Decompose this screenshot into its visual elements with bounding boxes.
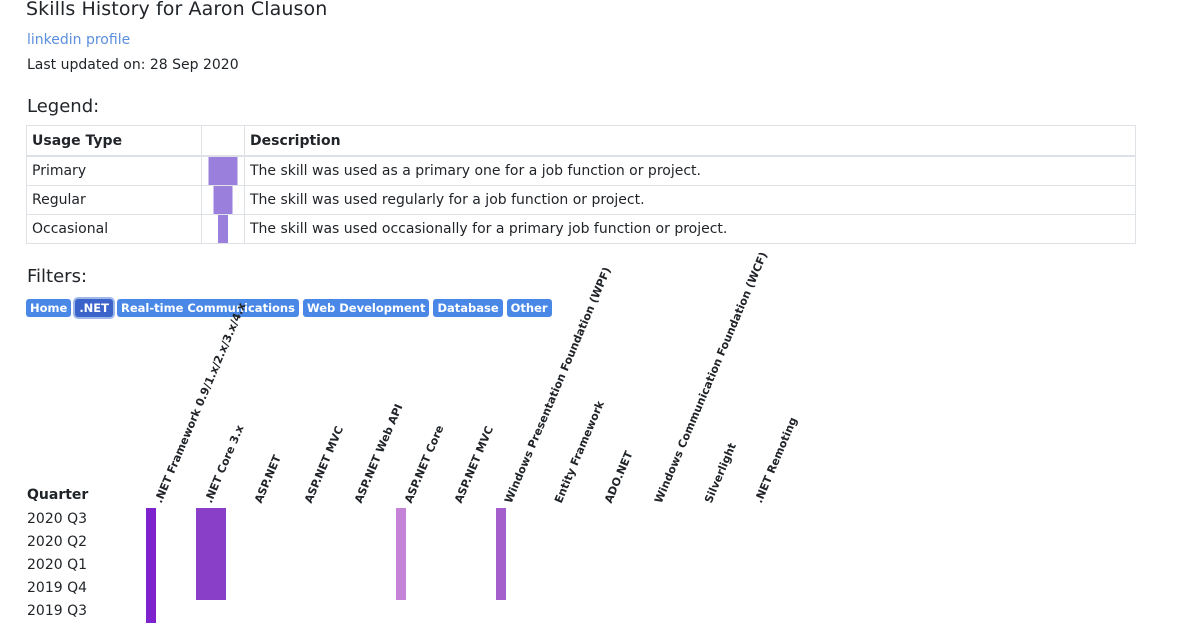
- legend-description: The skill was used regularly for a job f…: [244, 185, 1136, 215]
- quarter-label: 2019 Q3: [27, 603, 88, 619]
- filter-pill[interactable]: Other: [506, 299, 552, 317]
- legend-type-label: Regular: [26, 185, 202, 215]
- legend-bar-primary: [208, 157, 238, 185]
- legend-row-primary: Primary The skill was used as a primary …: [26, 155, 1136, 186]
- skill-usage-bar: [196, 508, 226, 600]
- filters-heading: Filters:: [27, 266, 88, 287]
- legend-bar-occasional: [218, 215, 228, 243]
- legend-table: Usage Type Description Primary The skill…: [26, 125, 1136, 244]
- skill-column-label: .NET Core 3.x: [202, 423, 247, 506]
- filter-pill[interactable]: Database: [433, 299, 503, 317]
- legend-row-regular: Regular The skill was used regularly for…: [26, 185, 1136, 215]
- legend-description: The skill was used as a primary one for …: [244, 155, 1136, 186]
- skill-column-label: ASP.NET Web API: [352, 402, 406, 506]
- filter-pill[interactable]: Real-time Communications: [117, 299, 299, 317]
- last-updated-text: Last updated on: 28 Sep 2020: [27, 57, 239, 73]
- skill-column-label: Entity Framework: [552, 399, 607, 506]
- skill-usage-bar: [496, 508, 506, 600]
- skill-column-label: Windows Communication Foundation (WCF): [652, 250, 771, 506]
- legend-header-row: Usage Type Description: [26, 125, 1136, 157]
- skill-column-label: ASP.NET Core: [402, 423, 447, 506]
- legend-bar-regular: [213, 186, 233, 214]
- skill-column-label: Silverlight: [702, 441, 739, 506]
- legend-description: The skill was used occasionally for a pr…: [244, 214, 1136, 244]
- linkedin-profile-link[interactable]: linkedin profile: [27, 32, 130, 48]
- quarter-label: 2020 Q3: [27, 511, 88, 527]
- filter-pill[interactable]: Web Development: [302, 299, 430, 317]
- skill-usage-bar: [396, 508, 406, 600]
- legend-header-description: Description: [244, 125, 1136, 157]
- quarter-label: 2019 Q4: [27, 580, 88, 596]
- legend-heading: Legend:: [27, 96, 100, 117]
- legend-header-usage-type: Usage Type: [26, 125, 202, 157]
- skill-column-label: ASP.NET: [252, 453, 284, 506]
- skill-column-label: .NET Remoting: [752, 415, 800, 506]
- filter-pill[interactable]: Home: [26, 299, 72, 317]
- legend-type-label: Occasional: [26, 214, 202, 244]
- filter-bar: Home .NET Real-time Communications Web Deve…: [26, 299, 552, 317]
- filter-pill[interactable]: .NET: [75, 299, 114, 317]
- skill-column-label: ASP.NET MVC: [452, 424, 497, 506]
- quarter-column-header: Quarter: [27, 487, 89, 503]
- skill-column-label: .NET Framework 0.9/1.x/2.x/3.x/4.x: [152, 300, 249, 506]
- legend-row-occasional: Occasional The skill was used occasional…: [26, 214, 1136, 244]
- legend-header-bar: [201, 125, 245, 157]
- quarter-label: 2020 Q2: [27, 534, 88, 550]
- legend-type-label: Primary: [26, 155, 202, 186]
- quarter-label: 2020 Q1: [27, 557, 88, 573]
- skill-column-label: ASP.NET MVC: [302, 424, 347, 506]
- skill-usage-bar: [146, 508, 156, 623]
- skill-column-label: ADO.NET: [602, 449, 636, 506]
- page-title: Skills History for Aaron Clauson: [26, 0, 328, 20]
